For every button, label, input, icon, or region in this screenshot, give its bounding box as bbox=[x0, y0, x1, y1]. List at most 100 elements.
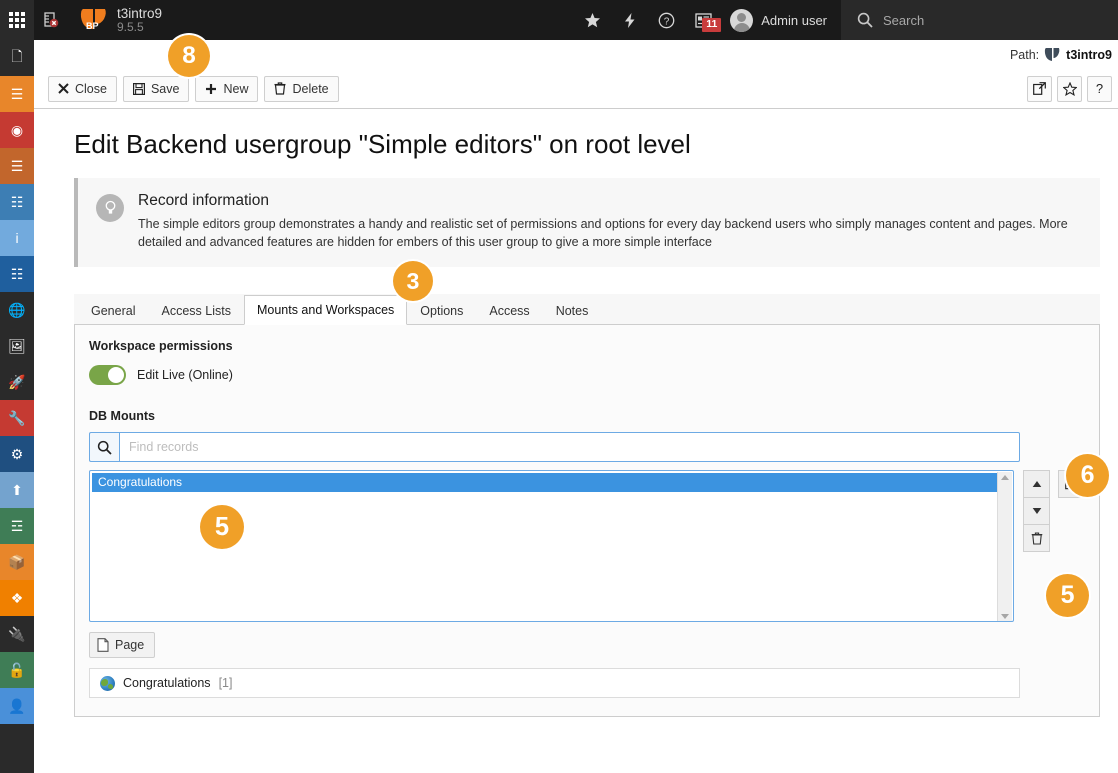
delete-button[interactable]: Delete bbox=[264, 75, 339, 102]
find-records-input[interactable] bbox=[119, 432, 1020, 463]
top-bar: BP t3intro9 9.5.5 ? 11 Admin user Search bbox=[0, 0, 1118, 40]
path-label: Path: bbox=[1009, 47, 1040, 62]
new-button[interactable]: New bbox=[195, 75, 259, 102]
edit-live-toggle-label: Edit Live (Online) bbox=[137, 368, 233, 383]
sidebar-item-information[interactable]: i bbox=[0, 220, 34, 256]
result-row-count: [1] bbox=[218, 676, 233, 691]
bookmark-star-button[interactable] bbox=[1057, 75, 1082, 102]
sidebar-item-access[interactable]: 🔓 bbox=[0, 652, 34, 688]
typo3-logo[interactable]: BP t3intro9 9.5.5 bbox=[68, 0, 176, 40]
sidebar-item-upgrade-arrow[interactable]: ⬆ bbox=[0, 472, 34, 508]
search-icon bbox=[89, 432, 119, 463]
sidebar-item-extensions-icon: 📦 bbox=[8, 553, 26, 570]
sidebar-item-plugin-icon: 🔌 bbox=[8, 625, 26, 642]
new-button-label: New bbox=[223, 81, 249, 96]
tab-mounts-and-workspaces[interactable]: Mounts and Workspaces bbox=[243, 295, 408, 326]
move-down-button[interactable] bbox=[1023, 497, 1050, 526]
delete-button-label: Delete bbox=[292, 81, 329, 96]
main-area: Path: t3intro9 Close Save New Delete ? E… bbox=[34, 40, 1118, 773]
sidebar-item-extensions[interactable]: 📦 bbox=[0, 544, 34, 580]
sidebar-item-upgrade[interactable]: 🚀 bbox=[0, 364, 34, 400]
help-button-label: ? bbox=[1095, 81, 1104, 96]
sidebar-item-template-icon: ☷ bbox=[10, 265, 24, 282]
typo3-logo-icon bbox=[1045, 47, 1060, 61]
sidebar-item-view[interactable]: ◉ bbox=[0, 112, 34, 148]
sidebar-item-form-icon: ☷ bbox=[10, 193, 24, 210]
db-mounts-row: Congratulations bbox=[89, 470, 1085, 623]
sidebar-item-environment-icon: ☲ bbox=[10, 517, 24, 534]
tab-notes[interactable]: Notes bbox=[543, 295, 602, 325]
sidebar-item-template[interactable]: ☷ bbox=[0, 256, 34, 292]
typo3-logo-icon: BP bbox=[80, 9, 106, 31]
page-type-button[interactable]: Page bbox=[89, 632, 156, 659]
sidebar-item-backend-users[interactable]: 👤 bbox=[0, 688, 34, 724]
global-search[interactable]: Search bbox=[841, 0, 1118, 40]
sidebar-item-maintenance[interactable]: 🔧 bbox=[0, 400, 34, 436]
sidebar-item-maintenance-icon: 🔧 bbox=[8, 409, 26, 426]
callout-8: 8 bbox=[168, 35, 210, 77]
sidebar-item-info-icon: ☰ bbox=[10, 157, 24, 174]
sidebar-item-view-icon: ◉ bbox=[10, 121, 24, 138]
sidebar-item-filelist-icon: 🖼 bbox=[8, 337, 26, 354]
sidebar-item-page[interactable]: 🗋 bbox=[0, 40, 34, 76]
scroll-down-arrow-icon[interactable] bbox=[1001, 614, 1009, 620]
record-information-title: Record information bbox=[138, 192, 269, 209]
lightbulb-icon bbox=[96, 194, 124, 222]
sidebar-item-upgrade-icon: 🚀 bbox=[8, 373, 26, 390]
help-question-icon[interactable]: ? bbox=[648, 0, 685, 40]
sidebar-item-info[interactable]: ☰ bbox=[0, 148, 34, 184]
move-up-button[interactable] bbox=[1023, 470, 1050, 499]
db-mounts-scrollbar[interactable] bbox=[997, 472, 1012, 622]
tab-notes-label: Notes bbox=[555, 303, 589, 318]
sidebar-item-languages[interactable]: 🌐 bbox=[0, 292, 34, 328]
sidebar-item-form[interactable]: ☷ bbox=[0, 184, 34, 220]
sidebar-item-filelist[interactable]: 🖼 bbox=[0, 328, 34, 364]
sidebar-item-languages-icon: 🌐 bbox=[8, 301, 26, 318]
sidebar-item-list-icon: ☰ bbox=[10, 85, 24, 102]
help-button[interactable]: ? bbox=[1087, 75, 1112, 102]
sidebar-item-settings[interactable]: ⚙ bbox=[0, 436, 34, 472]
tab-general[interactable]: General bbox=[78, 295, 148, 325]
systeminformation-badge: 11 bbox=[702, 18, 722, 33]
user-menu[interactable]: Admin user bbox=[722, 0, 841, 40]
callout-3: 3 bbox=[393, 261, 433, 301]
module-sidebar: 🗋 ☰ ◉ ☰ ☷ i ☷ 🌐 🖼 🚀 🔧 ⚙ ⬆ ☲ 📦 ❖ 🔌 🔓 👤 bbox=[0, 40, 34, 773]
sidebar-item-list[interactable]: ☰ bbox=[0, 76, 34, 112]
path-value: t3intro9 bbox=[1066, 47, 1112, 62]
sidebar-item-environment[interactable]: ☲ bbox=[0, 508, 34, 544]
callout-5-list: 5 bbox=[200, 505, 244, 549]
callout-5-buttons: 5 bbox=[1046, 574, 1089, 617]
sidebar-item-plugin[interactable]: 🔌 bbox=[0, 616, 34, 652]
result-row-congratulations[interactable]: Congratulations [1] bbox=[89, 668, 1020, 699]
tab-strip: General Access Lists Mounts and Workspaces… bbox=[74, 294, 1100, 326]
tab-access-label: Access bbox=[489, 303, 530, 318]
find-records-search bbox=[89, 432, 1020, 463]
sidebar-item-settings-icon: ⚙ bbox=[10, 445, 24, 462]
scroll-up-arrow-icon[interactable] bbox=[1001, 475, 1009, 481]
remove-button[interactable] bbox=[1023, 524, 1050, 553]
flash-lightning-icon[interactable] bbox=[611, 0, 648, 40]
bookmark-star-icon[interactable] bbox=[574, 0, 611, 40]
tab-access[interactable]: Access bbox=[476, 295, 542, 325]
edit-live-toggle[interactable] bbox=[89, 365, 126, 386]
apps-grid-icon[interactable] bbox=[0, 0, 34, 40]
tab-access-lists[interactable]: Access Lists bbox=[148, 295, 243, 325]
sidebar-item-information-icon: i bbox=[15, 230, 19, 246]
topbar-icons: ? 11 bbox=[574, 0, 722, 40]
systeminformation-icon[interactable]: 11 bbox=[685, 0, 722, 40]
save-button[interactable]: Save bbox=[122, 75, 190, 102]
record-information-box: Record information The simple editors gr… bbox=[74, 178, 1100, 268]
sidebar-item-access-icon: 🔓 bbox=[8, 661, 26, 678]
edit-live-toggle-row[interactable]: Edit Live (Online) bbox=[89, 365, 1085, 386]
workspace-permissions-label: Workspace permissions bbox=[89, 339, 233, 354]
sidebar-item-scheduler[interactable]: ❖ bbox=[0, 580, 34, 616]
svg-text:?: ? bbox=[664, 16, 670, 27]
clear-cache-icon[interactable] bbox=[34, 0, 68, 40]
db-mounts-selected-option[interactable]: Congratulations bbox=[92, 473, 997, 493]
tab-options-label: Options bbox=[420, 303, 464, 318]
content-area: Edit Backend usergroup "Simple editors" … bbox=[34, 109, 1118, 772]
close-button[interactable]: Close bbox=[48, 75, 117, 102]
page-type-button-label: Page bbox=[115, 638, 145, 653]
open-in-new-window-button[interactable] bbox=[1027, 75, 1052, 102]
